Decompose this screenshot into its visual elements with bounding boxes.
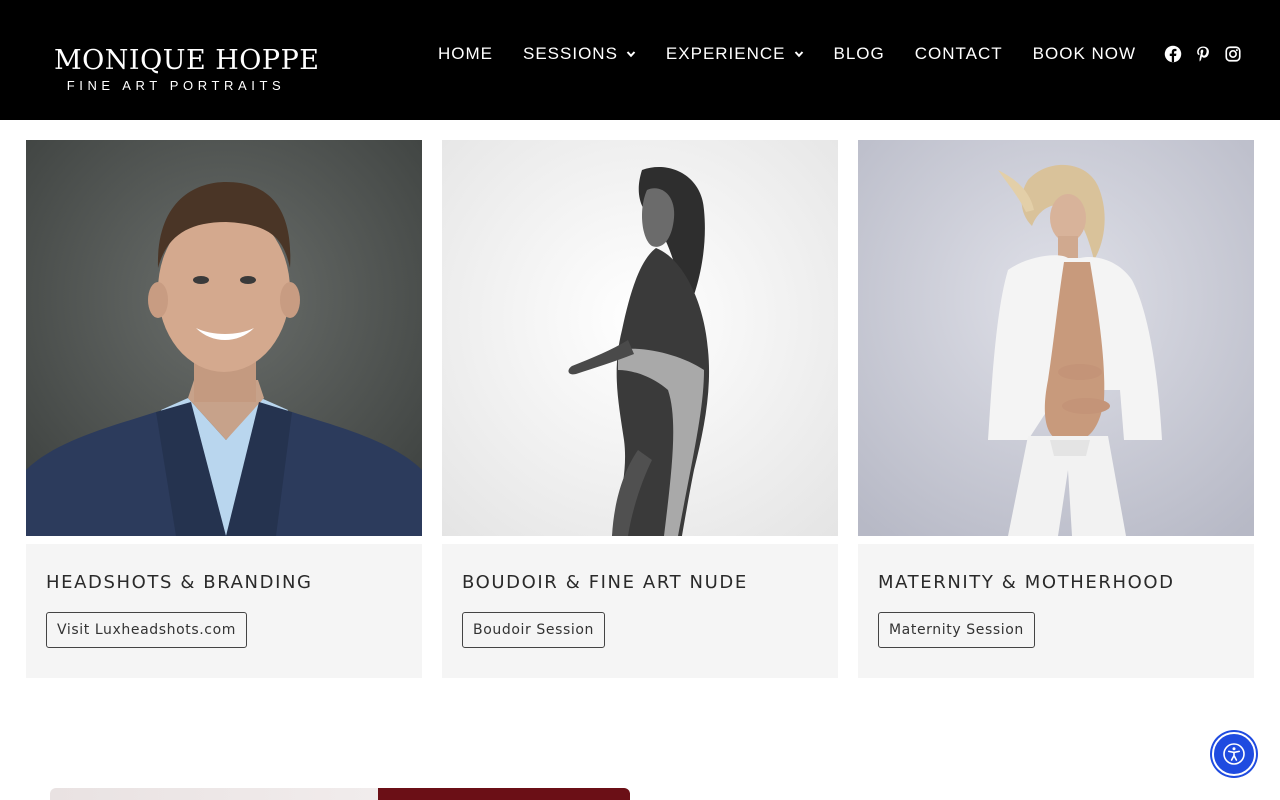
accessibility-icon [1223, 743, 1245, 765]
service-card-boudoir: BOUDOIR & FINE ART NUDE Boudoir Session [442, 140, 838, 678]
accessibility-button[interactable] [1212, 732, 1256, 776]
card-title: HEADSHOTS & BRANDING [46, 572, 313, 593]
nav-book-now[interactable]: BOOK NOW [1033, 44, 1136, 64]
facebook-icon[interactable] [1164, 45, 1182, 63]
nav-blog-label: BLOG [833, 44, 885, 63]
card-body: HEADSHOTS & BRANDING Visit Luxheadshots.… [26, 544, 422, 678]
card-title: BOUDOIR & FINE ART NUDE [462, 572, 748, 593]
nav-sessions[interactable]: SESSIONS [523, 44, 636, 64]
service-card-headshots: HEADSHOTS & BRANDING Visit Luxheadshots.… [26, 140, 422, 678]
card-title: MATERNITY & MOTHERHOOD [878, 572, 1175, 593]
logo-name: MONIQUE HOPPE [54, 45, 320, 76]
nav-contact[interactable]: CONTACT [915, 44, 1003, 64]
instagram-icon[interactable] [1224, 45, 1242, 63]
next-section-image [50, 788, 630, 800]
card-body: BOUDOIR & FINE ART NUDE Boudoir Session [442, 544, 838, 678]
service-card-maternity: MATERNITY & MOTHERHOOD Maternity Session [858, 140, 1254, 678]
site-header: MONIQUE HOPPE FINE ART PORTRAITS HOME SE… [0, 0, 1280, 120]
chevron-down-icon [794, 51, 803, 58]
maternity-session-button[interactable]: Maternity Session [878, 612, 1035, 648]
boudoir-session-button[interactable]: Boudoir Session [462, 612, 606, 648]
visit-luxheadshots-button[interactable]: Visit Luxheadshots.com [46, 612, 248, 648]
nav-experience[interactable]: EXPERIENCE [666, 44, 804, 64]
nav-book-now-label: BOOK NOW [1032, 44, 1137, 63]
next-section-image-left [50, 788, 378, 800]
card-body: MATERNITY & MOTHERHOOD Maternity Session [858, 544, 1254, 678]
nav-home-label: HOME [438, 44, 493, 63]
logo-tagline: FINE ART PORTRAITS [66, 78, 286, 93]
pinterest-icon[interactable] [1194, 45, 1212, 63]
maternity-image [858, 140, 1254, 536]
next-section-image-right [378, 788, 630, 800]
main-nav: HOME SESSIONS EXPERIENCE BLOG CONTACT BO… [438, 42, 1136, 66]
nav-blog[interactable]: BLOG [834, 44, 885, 64]
boudoir-bw-image [442, 140, 838, 536]
site-logo[interactable]: MONIQUE HOPPE FINE ART PORTRAITS [54, 44, 320, 94]
social-links [1164, 45, 1242, 63]
man-headshot-photo[interactable] [26, 140, 422, 536]
nav-contact-label: CONTACT [914, 44, 1003, 63]
chevron-down-icon [626, 51, 636, 58]
boudoir-bw-photo[interactable] [442, 140, 838, 536]
maternity-photo[interactable] [858, 140, 1254, 536]
man-headshot-image [26, 140, 422, 536]
nav-home[interactable]: HOME [438, 44, 493, 64]
nav-experience-label: EXPERIENCE [665, 44, 786, 63]
nav-sessions-label: SESSIONS [523, 44, 618, 63]
